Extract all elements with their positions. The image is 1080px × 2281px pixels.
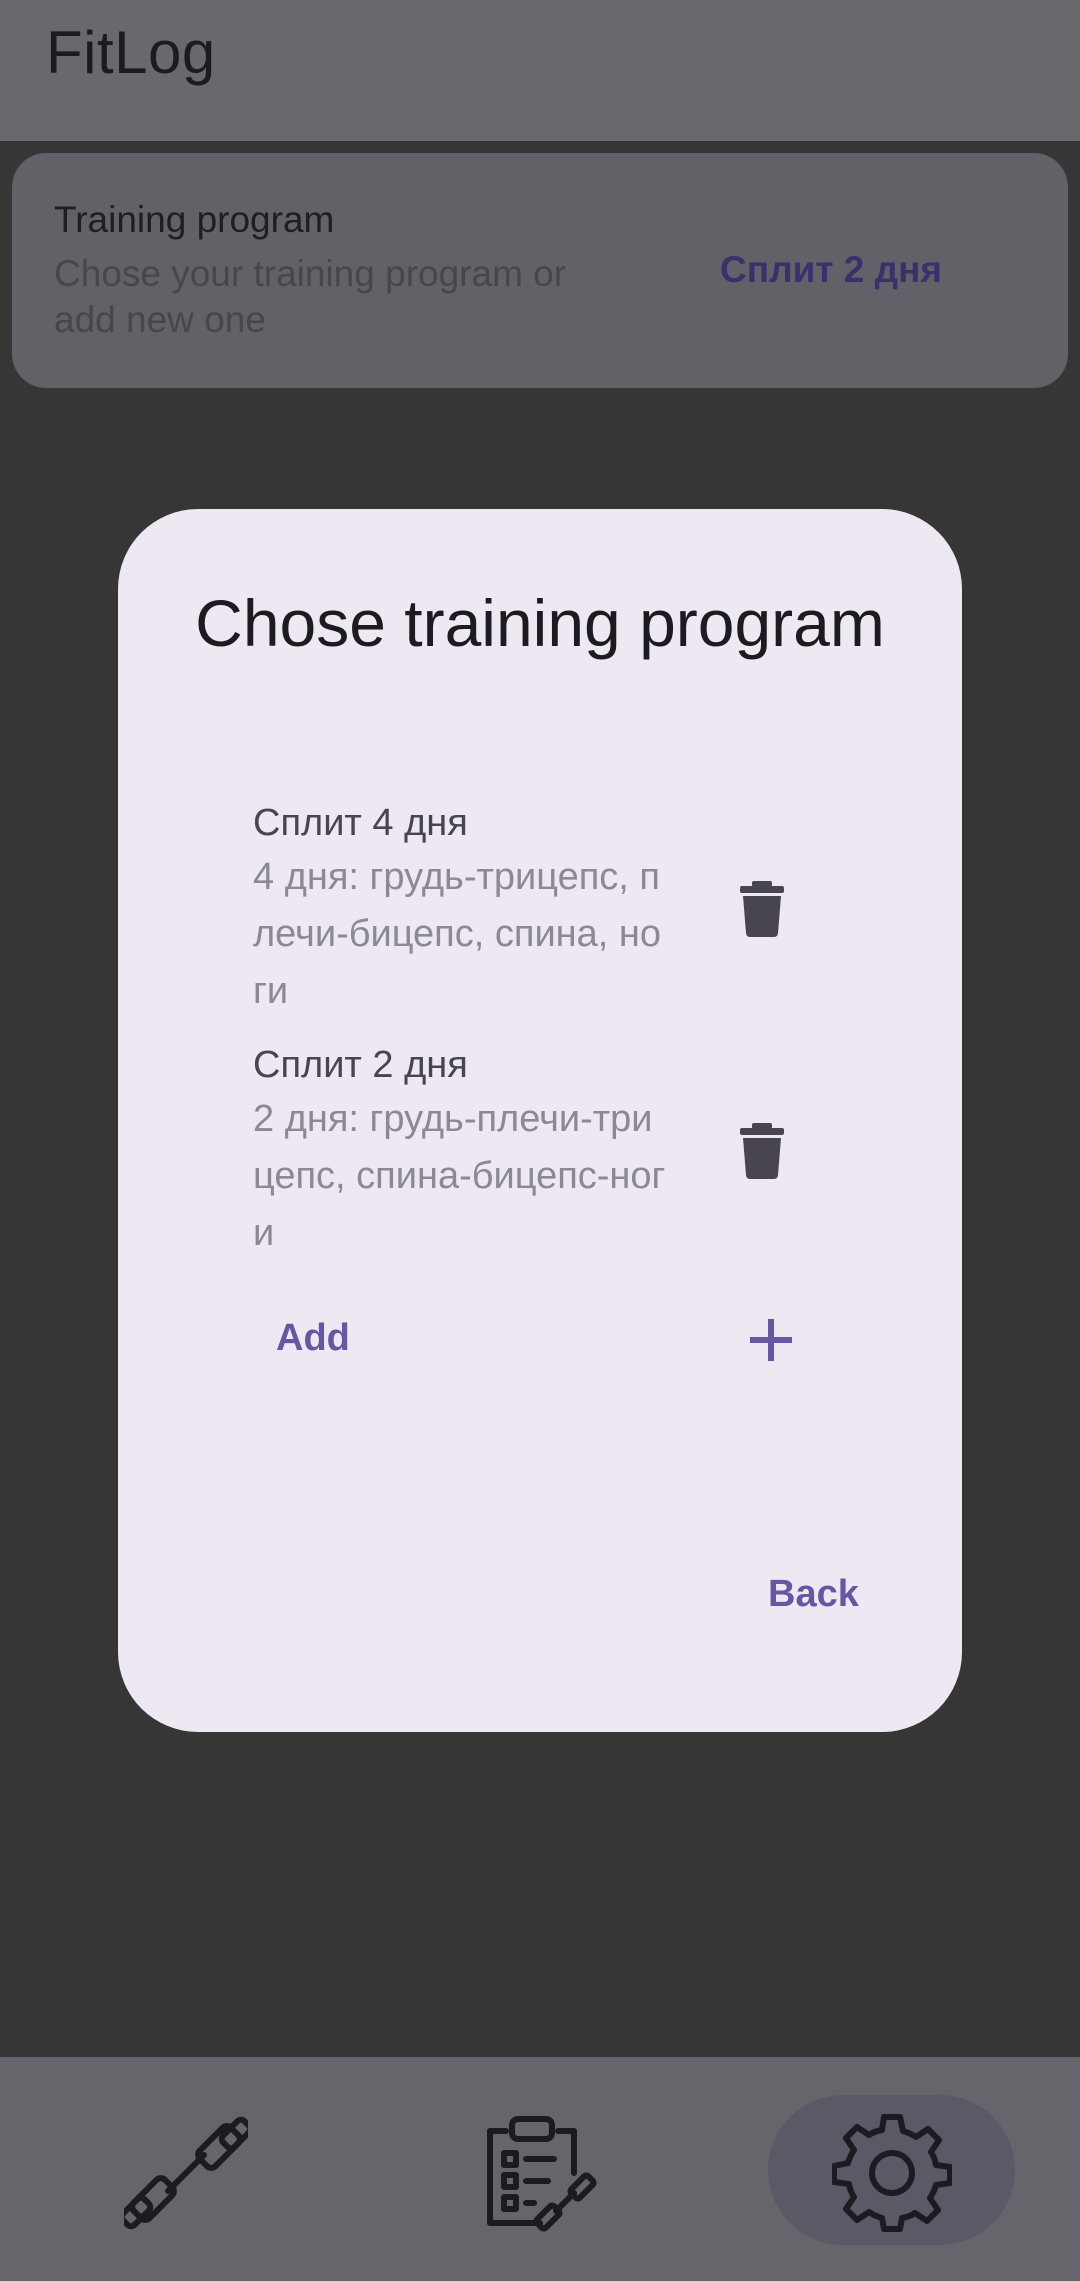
- program-name: Сплит 2 дня: [253, 1044, 468, 1086]
- plus-icon[interactable]: [748, 1317, 794, 1363]
- dialog-title: Chose training program: [195, 586, 885, 660]
- clipboard-workout-icon: [487, 2116, 597, 2232]
- add-program-button[interactable]: Add: [276, 1317, 350, 1360]
- top-app-bar: FitLog: [0, 0, 1080, 141]
- nav-item-workout[interactable]: [0, 2057, 360, 2281]
- nav-item-programs[interactable]: [360, 2057, 720, 2281]
- program-item[interactable]: Сплит 4 дня 4 дня: грудь-трицепс, плечи-…: [253, 797, 813, 1020]
- setting-title: Training program: [54, 199, 335, 240]
- gear-icon: [832, 2114, 952, 2232]
- nav-item-settings[interactable]: [720, 2057, 1080, 2281]
- choose-program-dialog: Chose training program Сплит 4 дня 4 дня…: [118, 509, 962, 1732]
- program-item[interactable]: Сплит 2 дня 2 дня: грудь-плечи-трицепс, …: [253, 1039, 813, 1262]
- program-description: 2 дня: грудь-плечи-трицепс, спина-бицепс…: [253, 1098, 666, 1254]
- trash-icon[interactable]: [740, 1123, 784, 1179]
- app-title: FitLog: [46, 19, 216, 86]
- setting-current-value: Сплит 2 дня: [720, 249, 942, 290]
- back-button[interactable]: Back: [768, 1573, 859, 1616]
- setting-description: Chose your training program or add new o…: [54, 253, 567, 340]
- add-label: Add: [276, 1317, 350, 1359]
- trash-icon[interactable]: [740, 881, 784, 937]
- bottom-navigation: [0, 2057, 1080, 2281]
- training-program-setting[interactable]: Training program Chose your training pro…: [12, 153, 1068, 388]
- program-description: 4 дня: грудь-трицепс, плечи-бицепс, спин…: [253, 856, 662, 1012]
- program-name: Сплит 4 дня: [253, 802, 468, 844]
- dumbbell-icon: [124, 2116, 248, 2230]
